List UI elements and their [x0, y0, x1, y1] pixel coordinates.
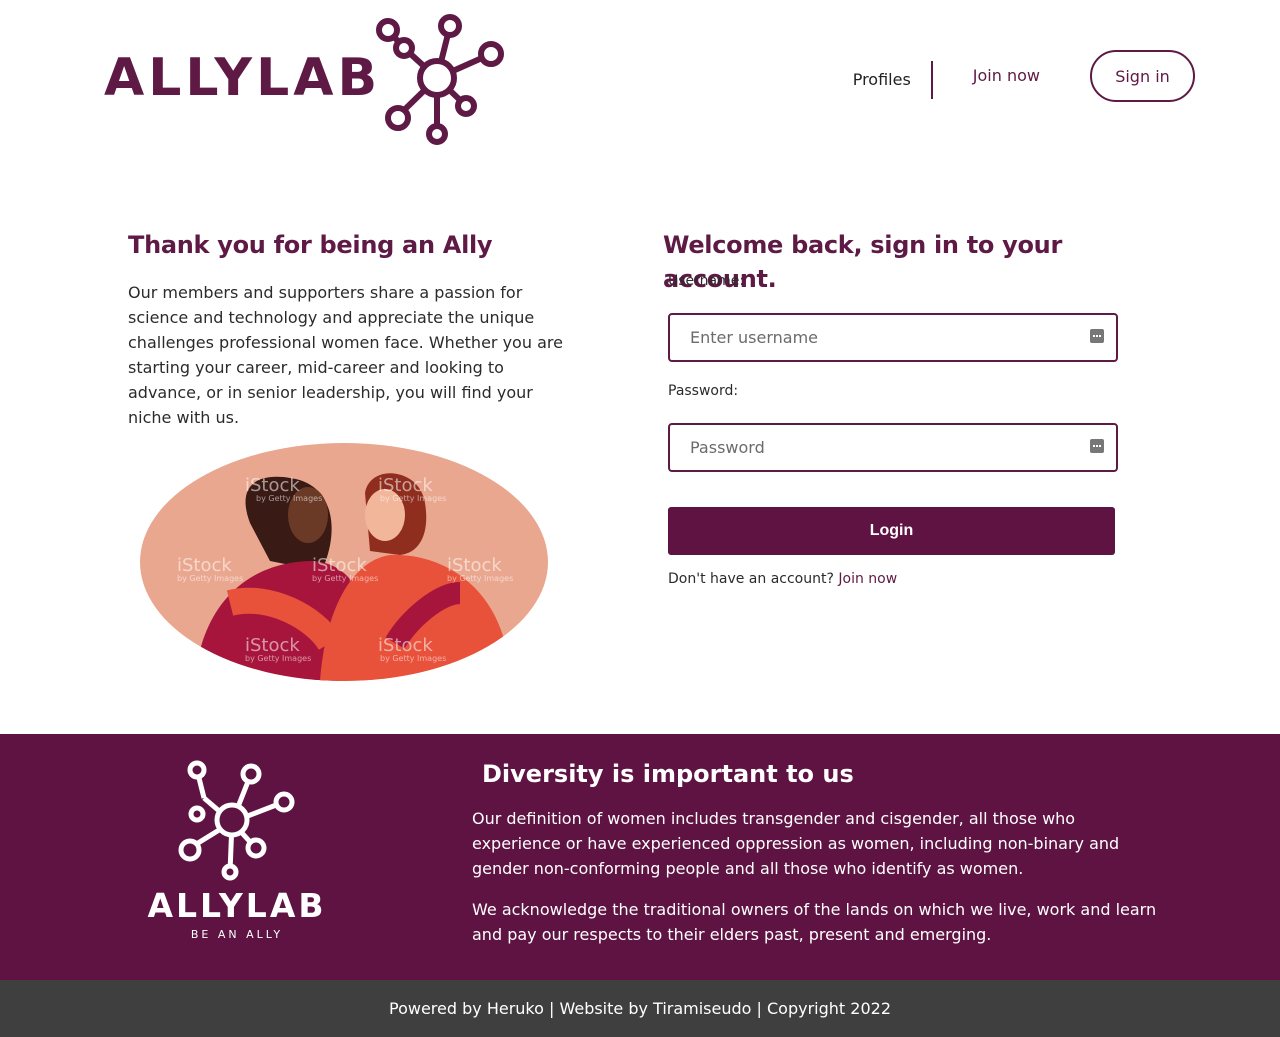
password-manager-icon[interactable] [1090, 329, 1104, 343]
watermark: iStock [312, 555, 367, 576]
watermark: iStock [245, 475, 300, 496]
footer-paragraph-acknowledgement: We acknowledge the traditional owners of… [472, 900, 1157, 944]
password-field-wrapper [668, 423, 1118, 472]
site-footer: ALLYLAB BE AN ALLY Diversity is importan… [0, 734, 1280, 980]
main-nav: Profiles Join now Sign in [853, 50, 1195, 102]
watermark-sub: by Getty Images [312, 574, 378, 583]
password-manager-icon[interactable] [1090, 439, 1104, 453]
nav-join-now-link[interactable]: Join now [973, 66, 1040, 85]
password-label: Password: [668, 383, 739, 399]
copyright-text: Powered by Heruko | Website by Tiramiseu… [389, 999, 891, 1018]
intro-body: Our members and supporters share a passi… [128, 283, 563, 427]
watermark: iStock [245, 635, 300, 656]
watermark: iStock [177, 555, 232, 576]
login-button[interactable]: Login [668, 507, 1115, 555]
login-section: Welcome back, sign in to your account. U… [663, 228, 1163, 587]
sign-in-button[interactable]: Sign in [1090, 50, 1195, 102]
username-field-wrapper [668, 313, 1118, 362]
intro-title: Thank you for being an Ally [128, 231, 493, 259]
footer-title: Diversity is important to us [482, 760, 854, 788]
watermark-sub: by Getty Images [177, 574, 243, 583]
allylab-logo[interactable]: ALLYLAB [104, 12, 506, 148]
signup-prompt-text: Don't have an account? [668, 571, 834, 587]
footer-paragraph-definition: Our definition of women includes transge… [472, 809, 1120, 878]
watermark-sub: by Getty Images [256, 494, 322, 503]
site-header: ALLYLAB Profiles Join now Sign in [0, 0, 1280, 160]
watermark-sub: by Getty Images [245, 654, 311, 663]
footer-logo: ALLYLAB BE AN ALLY [140, 760, 330, 946]
logo-wordmark: ALLYLAB [104, 48, 382, 108]
watermark: iStock [378, 475, 433, 496]
network-logo-icon [376, 14, 504, 145]
copyright-bar: Powered by Heruko | Website by Tiramiseu… [0, 980, 1280, 1037]
watermark: iStock [378, 635, 433, 656]
signup-prompt: Don't have an account? Join now [668, 571, 897, 587]
password-input[interactable] [670, 425, 1116, 470]
footer-tagline: BE AN ALLY [190, 928, 284, 941]
footer-logo-wordmark: ALLYLAB [147, 886, 327, 925]
watermark-sub: by Getty Images [380, 494, 446, 503]
signup-join-now-link[interactable]: Join now [838, 571, 897, 587]
footer-content: Diversity is important to us Our definit… [472, 758, 1172, 947]
allies-illustration: iStock iStock iStock iStock iStock iStoc… [140, 443, 548, 681]
watermark-sub: by Getty Images [447, 574, 513, 583]
nav-profiles-link[interactable]: Profiles [853, 61, 933, 99]
watermark: iStock [447, 555, 502, 576]
username-label: Username: [668, 273, 745, 289]
username-input[interactable] [670, 315, 1116, 360]
network-logo-icon [178, 760, 295, 881]
watermark-sub: by Getty Images [380, 654, 446, 663]
intro-section: Thank you for being an Ally Our members … [128, 228, 588, 430]
